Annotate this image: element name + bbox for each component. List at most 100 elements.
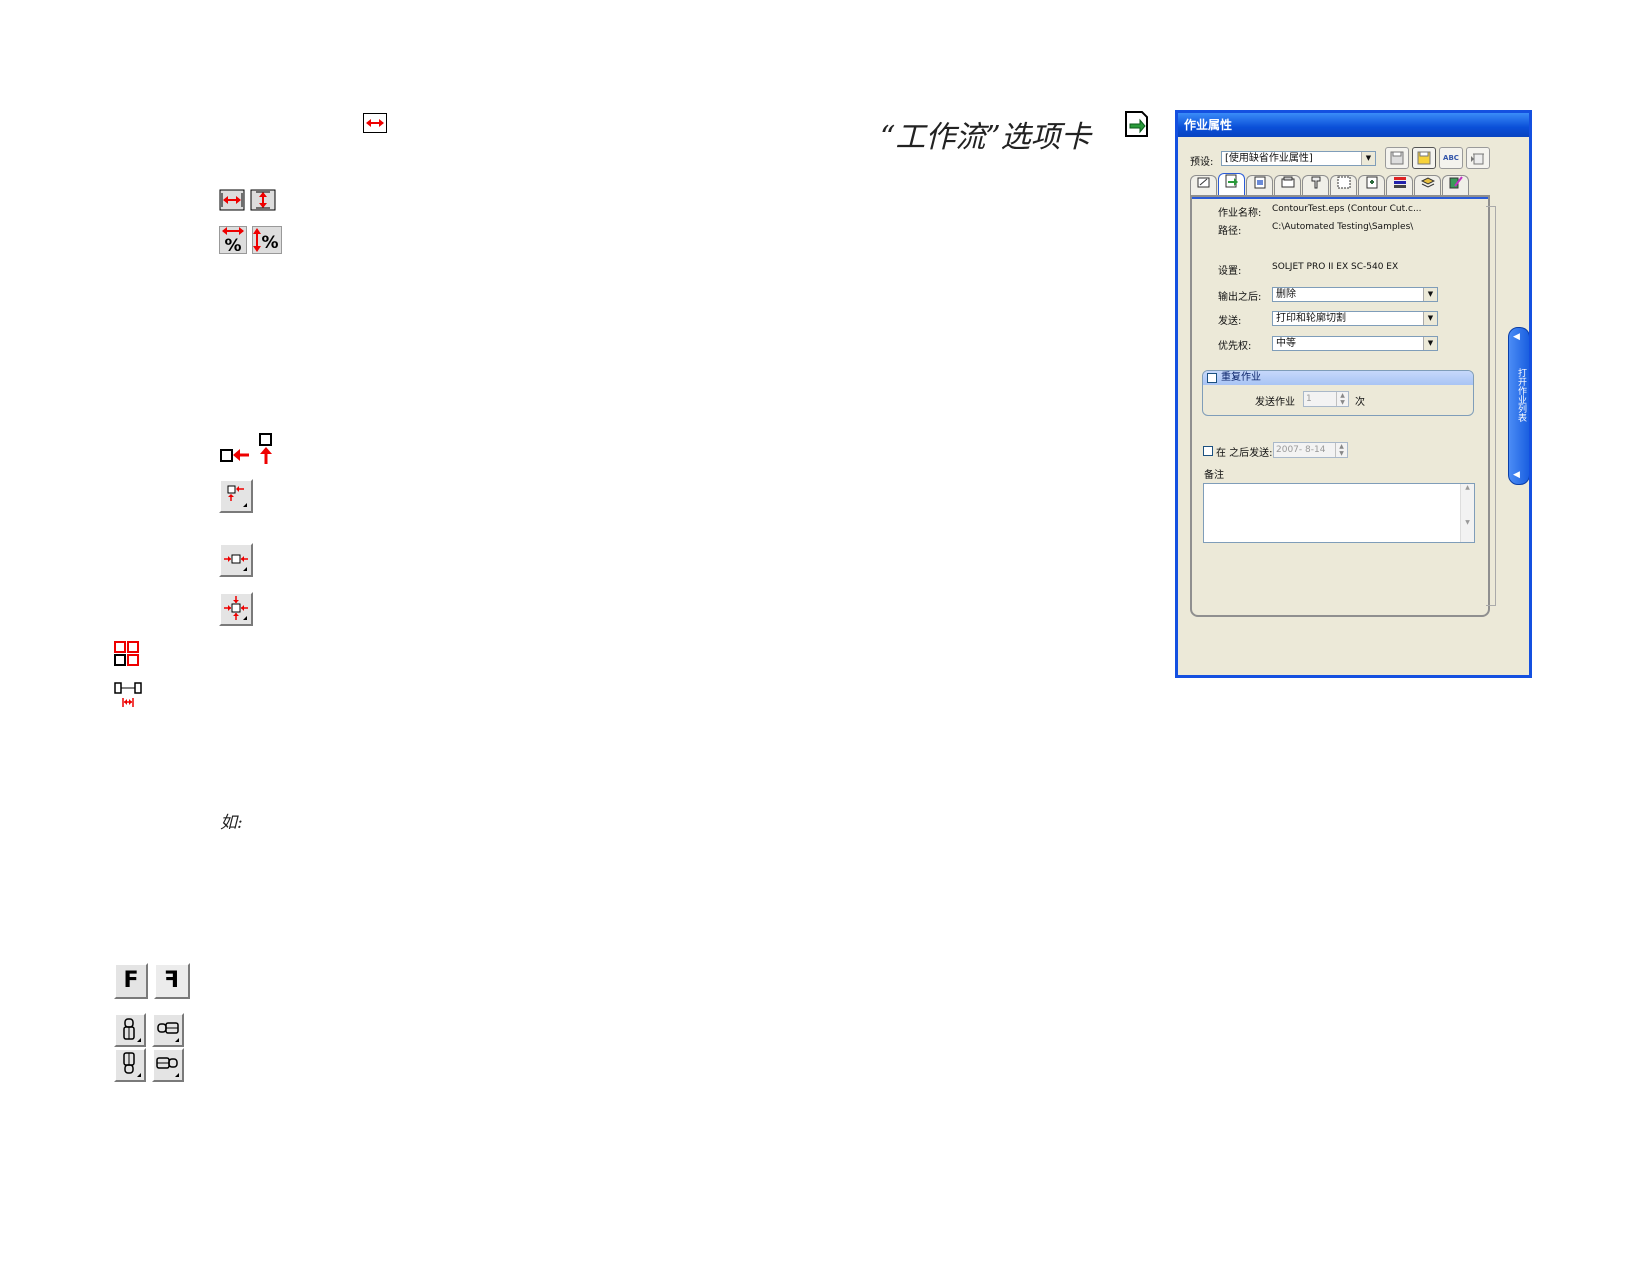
chevron-down-icon: ▼ — [1423, 288, 1437, 301]
tab-color[interactable] — [1386, 175, 1413, 195]
send-job-count-value: 1 — [1306, 394, 1312, 404]
width-icon — [219, 189, 245, 211]
spinner-arrows-icon: ▲ ▼ — [1336, 392, 1348, 406]
offset-corner-icon — [227, 485, 247, 507]
rotate-90-button — [152, 1013, 184, 1047]
window-title: 作业属性 — [1178, 113, 1529, 137]
job-properties-window: 作业属性 预设: [使用缺省作业属性] ▼ ABC 作业名称: ContourT… — [1175, 110, 1532, 678]
path-label: 路径: — [1218, 226, 1242, 237]
tab-media[interactable] — [1414, 175, 1441, 195]
width-percent-icon: % — [219, 226, 247, 254]
save-as-preset-button[interactable] — [1412, 147, 1436, 169]
repeat-job-checkbox[interactable] — [1207, 373, 1217, 383]
panel-right-rail — [1486, 206, 1496, 606]
times-label: 次 — [1355, 397, 1365, 408]
mirror-f-icon: F — [164, 968, 180, 993]
width-arrow-icon — [363, 113, 387, 133]
delete-icon — [1471, 153, 1484, 165]
height-icon — [250, 189, 276, 211]
repeat-job-header: 重复作业 — [1203, 371, 1473, 385]
svg-text:%: % — [261, 233, 278, 253]
nest-icon — [1366, 176, 1377, 189]
save-preset-button[interactable] — [1385, 147, 1409, 169]
delete-preset-button[interactable] — [1466, 147, 1490, 169]
center-horizontal-button — [219, 543, 253, 577]
priority-dropdown[interactable]: 中等 ▼ — [1272, 336, 1438, 351]
send-after-checkbox[interactable] — [1203, 446, 1213, 456]
center-horizontal-icon — [224, 554, 248, 571]
after-output-label: 输出之后: — [1218, 292, 1262, 303]
setup-label: 设置: — [1218, 266, 1242, 277]
rotate-90-icon — [157, 1022, 179, 1042]
center-both-button — [219, 592, 253, 626]
tab-general[interactable] — [1190, 175, 1217, 195]
chevron-down-icon: ▼ — [1423, 312, 1437, 325]
cut-icon — [1311, 176, 1320, 189]
normal-f-icon: F — [123, 968, 139, 993]
send-after-date-input[interactable]: 2007- 8-14 ▲ ▼ — [1273, 442, 1348, 458]
tab-preview[interactable] — [1246, 175, 1273, 195]
rotate-270-icon — [156, 1057, 179, 1077]
priority-label: 优先权: — [1218, 341, 1252, 352]
send-after-date-value: 2007- 8-14 — [1276, 445, 1326, 455]
notes-textarea[interactable]: ▲ ▼ — [1203, 483, 1475, 543]
height-percent-icon: % — [252, 226, 282, 254]
workflow-tab-icon — [1125, 111, 1148, 137]
preset-dropdown[interactable]: [使用缺省作业属性] ▼ — [1221, 151, 1376, 166]
send-job-count-input[interactable]: 1 ▲ ▼ — [1303, 391, 1349, 407]
repeat-job-group: 重复作业 发送作业 1 ▲ ▼ 次 — [1202, 370, 1474, 416]
general-icon — [1197, 177, 1209, 188]
tile-copies-icon — [114, 641, 139, 666]
svg-text:%: % — [224, 236, 241, 254]
rotate-0-button — [114, 1013, 146, 1047]
rotate-270-button — [152, 1048, 184, 1082]
size-icon — [1281, 176, 1294, 188]
rotate-0-icon — [123, 1018, 141, 1042]
tab-tile[interactable] — [1330, 175, 1357, 195]
copy-spacing-icon — [114, 682, 142, 707]
job-name-label: 作业名称: — [1218, 208, 1262, 219]
send-dropdown[interactable]: 打印和轮廓切割 ▼ — [1272, 311, 1438, 326]
rotate-180-button — [114, 1048, 146, 1082]
position-top-icon — [259, 433, 272, 464]
notes-label: 备注 — [1204, 470, 1224, 481]
preset-label: 预设: — [1190, 157, 1214, 168]
send-value: 打印和轮廓切割 — [1276, 313, 1346, 324]
color-icon — [1393, 177, 1406, 188]
chevron-down-icon: ▼ — [1361, 152, 1375, 165]
spellcheck-button[interactable]: ABC — [1439, 147, 1463, 169]
arrow-left-icon: ◀ — [1513, 332, 1520, 342]
spinner-arrows-icon: ▲ ▼ — [1335, 443, 1347, 457]
send-after-label: 在 之后发送: — [1216, 448, 1273, 459]
after-output-value: 删除 — [1276, 289, 1296, 300]
edit-icon — [1449, 176, 1463, 189]
chevron-down-icon: ▼ — [1423, 337, 1437, 350]
send-job-label: 发送作业 — [1255, 397, 1295, 408]
after-output-dropdown[interactable]: 删除 ▼ — [1272, 287, 1438, 302]
save-as-icon — [1417, 151, 1431, 165]
tab-edit[interactable] — [1442, 175, 1469, 195]
notes-scrollbar[interactable]: ▲ ▼ — [1460, 484, 1474, 542]
repeat-job-label: 重复作业 — [1221, 372, 1261, 383]
job-name-value: ContourTest.eps (Contour Cut.c... — [1272, 204, 1422, 214]
offset-corner-button — [219, 479, 253, 513]
workflow-icon — [1225, 174, 1238, 188]
tab-size[interactable] — [1274, 175, 1301, 195]
normal-button: F — [114, 963, 148, 999]
send-label: 发送: — [1218, 316, 1242, 327]
media-icon — [1420, 177, 1435, 188]
center-both-icon — [224, 596, 248, 620]
rotate-180-icon — [123, 1052, 141, 1077]
tile-icon — [1337, 176, 1350, 189]
workflow-tab-heading: “工作流”选项卡 — [880, 120, 1091, 155]
preview-icon — [1254, 176, 1265, 189]
path-value: C:\Automated Testing\Samples\ — [1272, 222, 1414, 232]
save-icon — [1390, 151, 1404, 165]
spellcheck-icon: ABC — [1443, 154, 1459, 162]
setup-value: SOLJET PRO II EX SC-540 EX — [1272, 262, 1399, 272]
preset-value: [使用缺省作业属性] — [1225, 153, 1313, 164]
open-job-list-tab[interactable]: ◀ 打开作业列表 ◀ — [1508, 327, 1529, 485]
tab-workflow[interactable] — [1218, 173, 1245, 195]
tab-cut[interactable] — [1302, 175, 1329, 195]
tab-nest[interactable] — [1358, 175, 1385, 195]
